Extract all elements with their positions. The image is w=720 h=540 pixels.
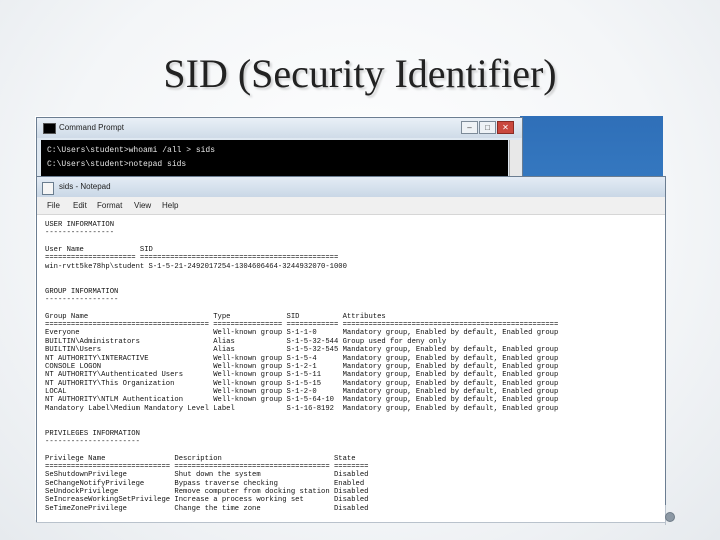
cmd-titlebar[interactable]: Command Prompt – □ ✕	[37, 118, 522, 138]
text-line: Group Name Type SID Attributes	[45, 312, 386, 321]
text-line: win-rvtt5ke78hp\student S-1-5-21-2492017…	[45, 262, 347, 271]
text-line	[45, 238, 665, 246]
notepad-window: sids - Notepad File Edit Format View Hel…	[36, 176, 666, 523]
text-line: SeTimeZonePrivilege Change the time zone…	[45, 504, 369, 513]
frame-line	[36, 522, 666, 523]
notepad-titlebar[interactable]: sids - Notepad	[37, 177, 665, 197]
text-line	[45, 304, 665, 312]
text-line: PRIVILEGES INFORMATION	[45, 429, 140, 438]
text-line	[45, 446, 665, 454]
minimize-button[interactable]: –	[461, 121, 478, 134]
text-line: SeShutdownPrivilege Shut down the system…	[45, 471, 369, 480]
maximize-button[interactable]: □	[479, 121, 496, 134]
text-line: CONSOLE LOGON Well-known group S-1-2-1 M…	[45, 362, 559, 371]
text-line: ----------------------	[45, 437, 140, 446]
text-line: Mandatory Label\Medium Mandatory Level L…	[45, 404, 559, 413]
slide-title: SID (Security Identifier)	[163, 51, 557, 96]
text-line: GROUP INFORMATION	[45, 287, 119, 296]
text-line: ===================== ==================…	[45, 254, 339, 263]
text-line: NT AUTHORITY\NTLM Authentication Well-kn…	[45, 396, 559, 405]
cmd-line: C:\Users\student>whoami /all > sids	[47, 146, 216, 155]
menu-format[interactable]: Format	[97, 201, 122, 210]
text-line: NT AUTHORITY\This Organization Well-know…	[45, 379, 559, 388]
text-line: User Name SID	[45, 246, 153, 255]
menu-help[interactable]: Help	[162, 201, 178, 210]
menu-edit[interactable]: Edit	[73, 201, 87, 210]
text-line	[45, 271, 665, 279]
cmd-line: C:\Users\student>notepad sids	[47, 160, 187, 169]
text-line	[45, 279, 665, 287]
text-line: NT AUTHORITY\Authenticated Users Well-kn…	[45, 371, 559, 380]
text-line: SeUndockPrivilege Remove computer from d…	[45, 488, 369, 496]
menu-view[interactable]: View	[134, 201, 151, 210]
notepad-menubar: File Edit Format View Help	[37, 197, 665, 215]
notepad-icon	[42, 182, 54, 195]
text-line: -----------------	[45, 296, 119, 305]
text-line: SeIncreaseWorkingSetPrivilege Increase a…	[45, 496, 369, 505]
text-line: ====================================== =…	[45, 321, 559, 330]
text-line	[45, 413, 665, 421]
cmd-title: Command Prompt	[59, 123, 124, 132]
text-line: Everyone Well-known group S-1-1-0 Mandat…	[45, 329, 559, 338]
cmd-icon	[43, 123, 56, 134]
text-line	[45, 421, 665, 429]
text-line: ----------------	[45, 229, 115, 238]
menu-file[interactable]: File	[47, 201, 60, 210]
text-line: SeChangeNotifyPrivilege Bypass traverse …	[45, 479, 365, 488]
text-line: Privilege Name Description State	[45, 454, 356, 463]
frame-dot	[665, 512, 675, 522]
notepad-title: sids - Notepad	[59, 182, 111, 191]
text-line: NT AUTHORITY\INTERACTIVE Well-known grou…	[45, 354, 559, 363]
close-button[interactable]: ✕	[497, 121, 514, 134]
text-line: BUILTIN\Users Alias S-1-5-32-545 Mandato…	[45, 346, 559, 355]
text-line: LOCAL Well-known group S-1-2-0 Mandatory…	[45, 387, 559, 396]
text-line: BUILTIN\Administrators Alias S-1-5-32-54…	[45, 337, 447, 346]
text-line: USER INFORMATION	[45, 221, 115, 229]
notepad-text-area[interactable]: USER INFORMATION ---------------- User Nam…	[45, 221, 665, 513]
text-line: ============================= ==========…	[45, 462, 369, 471]
